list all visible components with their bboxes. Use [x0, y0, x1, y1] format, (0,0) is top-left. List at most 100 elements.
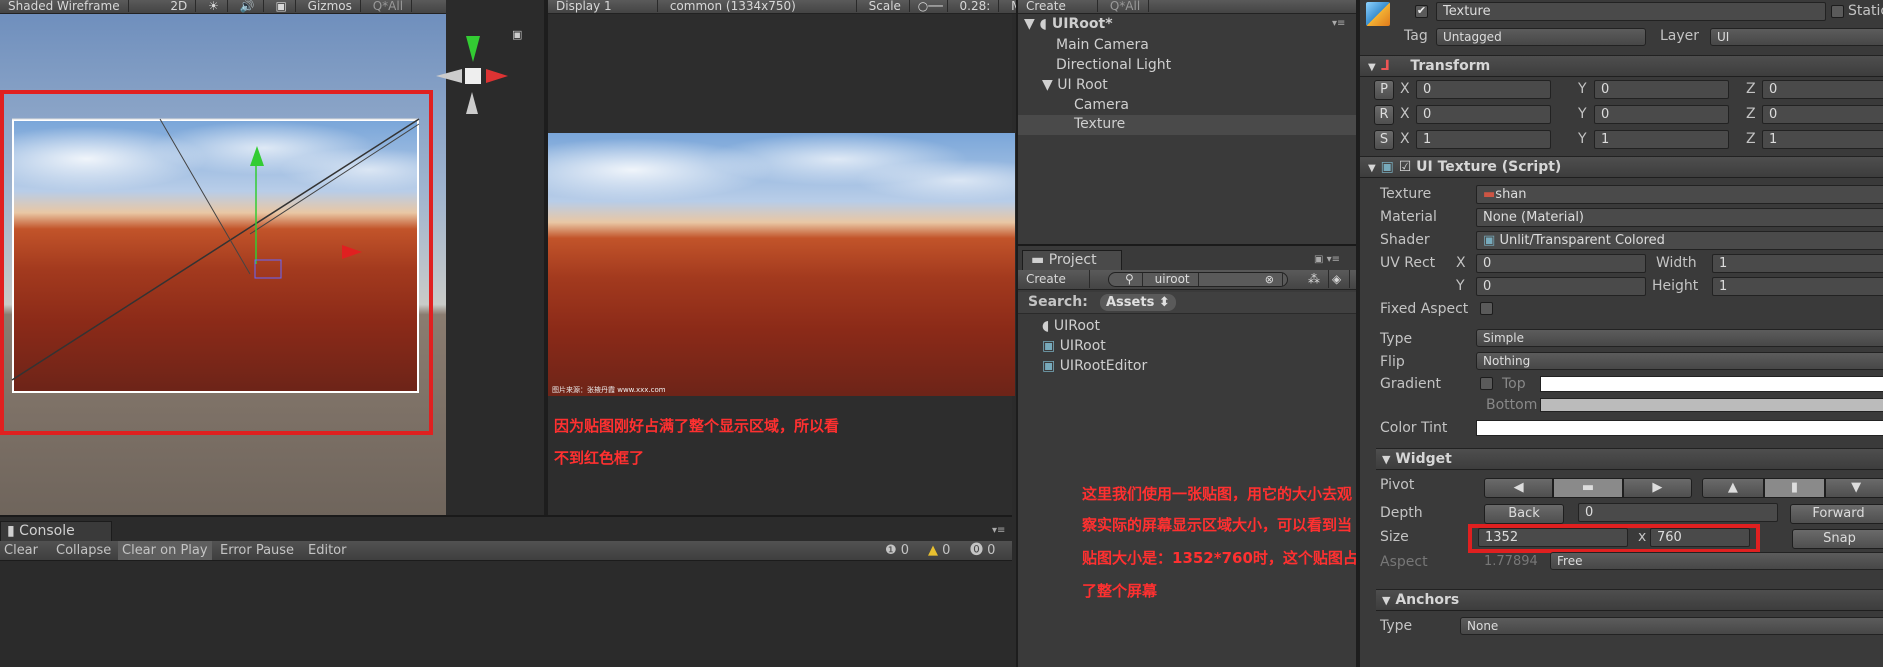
- active-checkbox[interactable]: ✔: [1415, 5, 1428, 18]
- maximize-toggle[interactable]: Ma: [1003, 0, 1016, 12]
- project-item-uiroot-script[interactable]: ▣ UIRoot: [1042, 338, 1106, 354]
- scale-slider[interactable]: ○──: [914, 0, 948, 12]
- scene-view[interactable]: Shaded Wireframe 2D ☀ 🔊 ▣ Gizmos Q*All ▣: [0, 0, 522, 515]
- gradient-bottom-color[interactable]: [1540, 398, 1883, 412]
- y-label: Y: [1578, 131, 1587, 147]
- scene-search[interactable]: Q*All: [365, 0, 413, 12]
- console-collapse-button[interactable]: Collapse: [56, 541, 111, 560]
- hierarchy-item-main-camera[interactable]: Main Camera: [1056, 37, 1149, 53]
- tag-dropdown[interactable]: Untagged: [1436, 28, 1646, 46]
- size-annotation-line-1: 这里我们使用一张贴图，用它的大小去观: [1082, 485, 1353, 503]
- color-tint-swatch[interactable]: [1476, 420, 1883, 436]
- pivot-left-button[interactable]: ◀: [1484, 478, 1554, 498]
- hierarchy-menu-icon[interactable]: ▾≡: [1332, 18, 1345, 29]
- pivot-middle-button[interactable]: ▮: [1763, 478, 1826, 498]
- position-z-field[interactable]: 0: [1762, 80, 1883, 99]
- fixed-aspect-checkbox[interactable]: [1480, 302, 1493, 315]
- position-x-field[interactable]: 0: [1416, 80, 1551, 99]
- rotation-x-field[interactable]: 0: [1416, 105, 1551, 124]
- display-dropdown[interactable]: Display 1: [548, 0, 658, 12]
- pivot-top-button[interactable]: ▲: [1702, 478, 1764, 498]
- hierarchy-create-dropdown[interactable]: Create: [1018, 0, 1098, 12]
- type-dropdown[interactable]: Simple: [1476, 329, 1883, 347]
- pivot-bottom-button[interactable]: ▼: [1825, 478, 1883, 498]
- console-tab[interactable]: ▮ Console: [0, 521, 112, 541]
- hierarchy-item-texture[interactable]: Texture: [1018, 115, 1356, 135]
- gradient-top-color[interactable]: [1540, 376, 1883, 392]
- project-search-field[interactable]: ⚲ uiroot ⊗: [1108, 272, 1288, 287]
- size-width-field[interactable]: 1352: [1478, 528, 1628, 547]
- game-view[interactable]: Display 1 common (1334x750) Scale ○── 0.…: [544, 0, 1016, 515]
- size-height-field[interactable]: 760: [1650, 528, 1750, 547]
- project-create-dropdown[interactable]: Create: [1018, 270, 1090, 288]
- shader-field[interactable]: ▣ Unlit/Transparent Colored: [1476, 231, 1883, 250]
- reset-rotation-button[interactable]: R: [1374, 105, 1394, 125]
- 2d-toggle[interactable]: 2D: [162, 0, 197, 12]
- project-item-uirooteditor-script[interactable]: ▣ UIRootEditor: [1042, 358, 1147, 374]
- layer-dropdown[interactable]: UI: [1710, 28, 1883, 46]
- console-error-count[interactable]: ⓿ 0: [970, 541, 995, 560]
- scale-x-field[interactable]: 1: [1416, 130, 1551, 149]
- anchor-type-dropdown[interactable]: None: [1460, 617, 1883, 635]
- gradient-checkbox[interactable]: [1480, 377, 1493, 390]
- orientation-gizmo[interactable]: [430, 30, 520, 120]
- console-clear-on-play-button[interactable]: Clear on Play: [118, 541, 212, 560]
- transform-rotation-row: R X0 Y0 Z0: [1360, 105, 1883, 127]
- audio-icon[interactable]: 🔊: [232, 0, 264, 12]
- reset-scale-button[interactable]: S: [1374, 130, 1394, 150]
- project-item-uiroot-scene[interactable]: ◖ UIRoot: [1042, 318, 1100, 334]
- uv-width-field[interactable]: 1: [1712, 254, 1883, 273]
- depth-field[interactable]: 0: [1578, 503, 1778, 522]
- hierarchy-scene-root[interactable]: ▼ ◖ UIRoot*: [1024, 16, 1113, 32]
- console-info-count[interactable]: ❶ 0: [885, 541, 909, 560]
- uv-height-field[interactable]: 1: [1712, 277, 1883, 296]
- rotation-y-field[interactable]: 0: [1594, 105, 1729, 124]
- aspect-mode-dropdown[interactable]: Free: [1550, 552, 1883, 570]
- scale-y-field[interactable]: 1: [1594, 130, 1729, 149]
- clear-search-icon[interactable]: ⊗: [1257, 273, 1283, 286]
- project-lock-icon[interactable]: ▣ ▾≡: [1314, 254, 1340, 265]
- object-name-field[interactable]: Texture: [1436, 2, 1826, 21]
- uitexture-header[interactable]: ▼ ▣ ☑ UI Texture (Script): [1360, 156, 1883, 178]
- transform-header[interactable]: ▼ ⅃ Transform: [1360, 55, 1883, 77]
- console-editor-dropdown[interactable]: Editor: [308, 541, 346, 560]
- console-clear-button[interactable]: Clear: [4, 541, 38, 560]
- console-error-pause-button[interactable]: Error Pause: [220, 541, 294, 560]
- pivot-right-button[interactable]: ▶: [1622, 478, 1692, 498]
- hierarchy-item-directional-light[interactable]: Directional Light: [1056, 57, 1171, 73]
- snap-button[interactable]: Snap: [1792, 529, 1883, 549]
- anchors-header[interactable]: ▼ Anchors: [1376, 589, 1883, 611]
- scale-z-field[interactable]: 1: [1762, 130, 1883, 149]
- resolution-dropdown[interactable]: common (1334x750): [662, 0, 857, 12]
- widget-header[interactable]: ▼ Widget: [1376, 448, 1883, 470]
- material-field[interactable]: None (Material): [1476, 208, 1883, 227]
- move-gizmo-y-arrow[interactable]: [250, 146, 264, 166]
- effects-icon[interactable]: ▣: [268, 0, 296, 12]
- gizmo-x-axis-icon: [486, 69, 508, 83]
- hierarchy-item-ui-root[interactable]: ▼ UI Root: [1042, 77, 1108, 93]
- depth-back-button[interactable]: Back: [1484, 504, 1564, 524]
- console-warning-count[interactable]: ▲ 0: [928, 541, 950, 560]
- static-checkbox[interactable]: [1831, 5, 1844, 18]
- reset-position-button[interactable]: P: [1374, 80, 1394, 100]
- texture-field[interactable]: ▬shan: [1476, 185, 1883, 204]
- shading-dropdown[interactable]: Shaded Wireframe: [0, 0, 129, 12]
- component-enabled-checkbox[interactable]: ☑: [1399, 159, 1412, 175]
- uv-y-field[interactable]: 0: [1476, 277, 1646, 296]
- rotation-z-field[interactable]: 0: [1762, 105, 1883, 124]
- filter-by-label-icon[interactable]: ◈: [1324, 270, 1351, 288]
- hierarchy-search[interactable]: Q*All: [1102, 0, 1150, 12]
- gizmos-dropdown[interactable]: Gizmos: [300, 0, 361, 12]
- position-y-field[interactable]: 0: [1594, 80, 1729, 99]
- project-tab[interactable]: ▬ Project: [1022, 250, 1122, 270]
- move-gizmo-x-arrow[interactable]: [342, 245, 362, 259]
- assets-scope-tab[interactable]: Assets ⬍: [1100, 294, 1176, 311]
- depth-forward-button[interactable]: Forward: [1790, 504, 1883, 524]
- console-menu-icon[interactable]: ▾≡: [992, 525, 1005, 536]
- lighting-icon[interactable]: ☀: [200, 0, 228, 12]
- uv-x-field[interactable]: 0: [1476, 254, 1646, 273]
- flip-dropdown[interactable]: Nothing: [1476, 352, 1883, 370]
- pivot-center-button[interactable]: ▬: [1553, 478, 1623, 498]
- lock-icon[interactable]: ▣: [512, 28, 522, 41]
- hierarchy-item-camera[interactable]: Camera: [1074, 97, 1129, 113]
